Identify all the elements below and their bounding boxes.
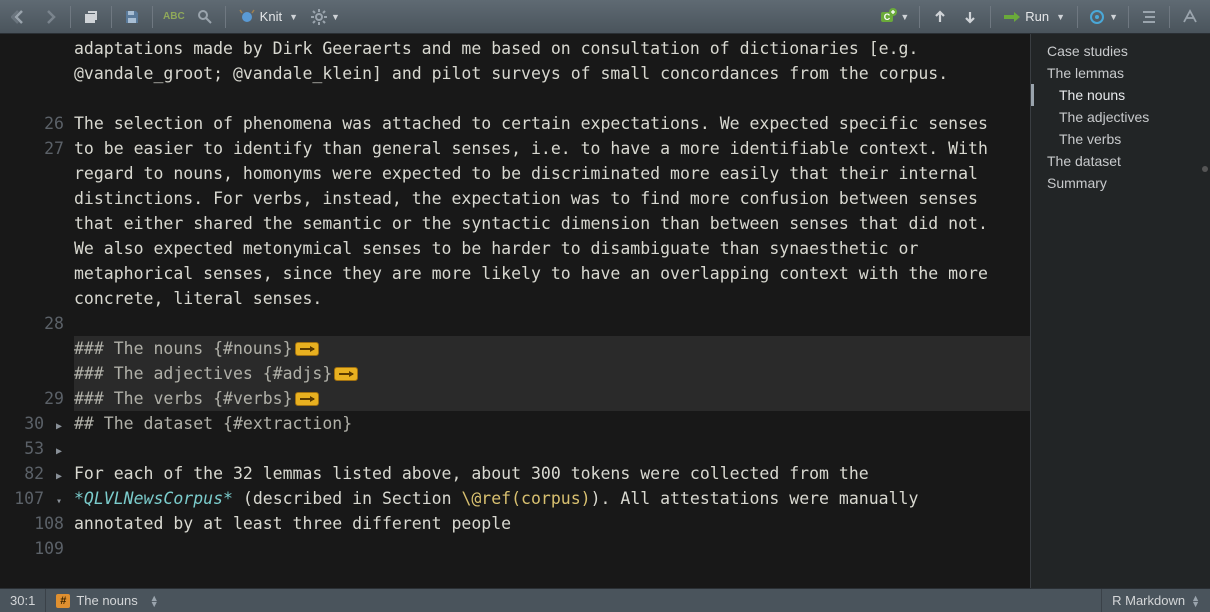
code-line-folded[interactable]: ### The nouns {#nouns}: [74, 336, 1030, 361]
outline-item[interactable]: Case studies: [1031, 40, 1210, 62]
run-button[interactable]: Run ▼: [997, 4, 1071, 30]
outline-item[interactable]: Summary: [1031, 172, 1210, 194]
outline-item[interactable]: The adjectives: [1031, 106, 1210, 128]
cursor-position[interactable]: 30:1: [0, 589, 45, 612]
line-number: 30 ▶: [0, 411, 64, 436]
code-line[interactable]: adaptations made by Dirk Geeraerts and m…: [74, 36, 1030, 86]
toolbar: ABC Knit ▼ ▼ C ▼ Run ▼ ▼: [0, 0, 1210, 34]
chevron-down-icon: ▼: [289, 12, 298, 22]
line-number: 29: [0, 386, 64, 411]
line-number: 108: [0, 511, 64, 536]
outline-item[interactable]: The dataset: [1031, 150, 1210, 172]
line-number: 27: [0, 136, 64, 161]
publish-button[interactable]: ▼: [1084, 4, 1122, 30]
nav-back-button[interactable]: [6, 4, 34, 30]
code-area[interactable]: adaptations made by Dirk Geeraerts and m…: [74, 34, 1030, 588]
knit-button[interactable]: Knit ▼: [232, 4, 304, 30]
updown-icon: ▲▼: [1191, 595, 1200, 607]
find-replace-button[interactable]: [191, 4, 219, 30]
outline-item[interactable]: The lemmas: [1031, 62, 1210, 84]
line-number: 107 ▾: [0, 486, 64, 511]
hash-icon: #: [56, 594, 70, 608]
go-to-previous-button[interactable]: [926, 4, 954, 30]
section-name: The nouns: [76, 593, 137, 608]
scroll-indicator: [1202, 166, 1208, 172]
editor[interactable]: 26 27 28 29 30 ▶ 53 ▶ 82 ▶ 107 ▾ 108 109…: [0, 34, 1030, 588]
language-mode[interactable]: R Markdown ▲▼: [1102, 589, 1210, 612]
code-line[interactable]: [74, 86, 1030, 111]
fold-badge-icon[interactable]: [334, 367, 358, 381]
fold-badge-icon[interactable]: [295, 342, 319, 356]
nav-forward-button[interactable]: [36, 4, 64, 30]
line-number: 26: [0, 111, 64, 136]
save-button[interactable]: [118, 4, 146, 30]
code-line[interactable]: [74, 311, 1030, 336]
line-number: 28: [0, 311, 64, 336]
run-label: Run: [1021, 9, 1053, 24]
line-number: 53 ▶: [0, 436, 64, 461]
line-number: 82 ▶: [0, 461, 64, 486]
settings-button[interactable]: ▼: [306, 4, 344, 30]
chevron-down-icon: ▼: [1056, 12, 1065, 22]
line-number: 109: [0, 536, 64, 561]
outline-toggle-button[interactable]: [1135, 4, 1163, 30]
code-line-folded[interactable]: ### The verbs {#verbs}: [74, 386, 1030, 411]
code-line[interactable]: [74, 436, 1030, 461]
gutter: 26 27 28 29 30 ▶ 53 ▶ 82 ▶ 107 ▾ 108 109: [0, 34, 74, 588]
go-to-next-button[interactable]: [956, 4, 984, 30]
outline-item[interactable]: The nouns: [1031, 84, 1210, 106]
chevron-down-icon: ▼: [1109, 12, 1118, 22]
main-area: 26 27 28 29 30 ▶ 53 ▶ 82 ▶ 107 ▾ 108 109…: [0, 34, 1210, 588]
section-navigator[interactable]: # The nouns ▲▼: [46, 593, 1101, 608]
knit-label: Knit: [256, 9, 286, 24]
code-line[interactable]: For each of the 32 lemmas listed above, …: [74, 461, 1030, 536]
code-line[interactable]: The selection of phenomena was attached …: [74, 111, 1030, 236]
status-bar: 30:1 # The nouns ▲▼ R Markdown ▲▼: [0, 588, 1210, 612]
show-in-new-window-button[interactable]: [77, 4, 105, 30]
chevron-down-icon: ▼: [331, 12, 340, 22]
outline-item[interactable]: The verbs: [1031, 128, 1210, 150]
insert-chunk-button[interactable]: C ▼: [875, 4, 913, 30]
visual-editor-button[interactable]: [1176, 4, 1204, 30]
updown-icon: ▲▼: [150, 595, 159, 607]
chevron-down-icon: ▼: [900, 12, 909, 22]
fold-badge-icon[interactable]: [295, 392, 319, 406]
code-line[interactable]: We also expected metonymical senses to b…: [74, 236, 1030, 311]
spellcheck-button[interactable]: ABC: [159, 4, 189, 30]
outline-panel: Case studies The lemmas The nouns The ad…: [1030, 34, 1210, 588]
code-line-folded[interactable]: ### The adjectives {#adjs}: [74, 361, 1030, 386]
code-line[interactable]: ## The dataset {#extraction}: [74, 411, 1030, 436]
